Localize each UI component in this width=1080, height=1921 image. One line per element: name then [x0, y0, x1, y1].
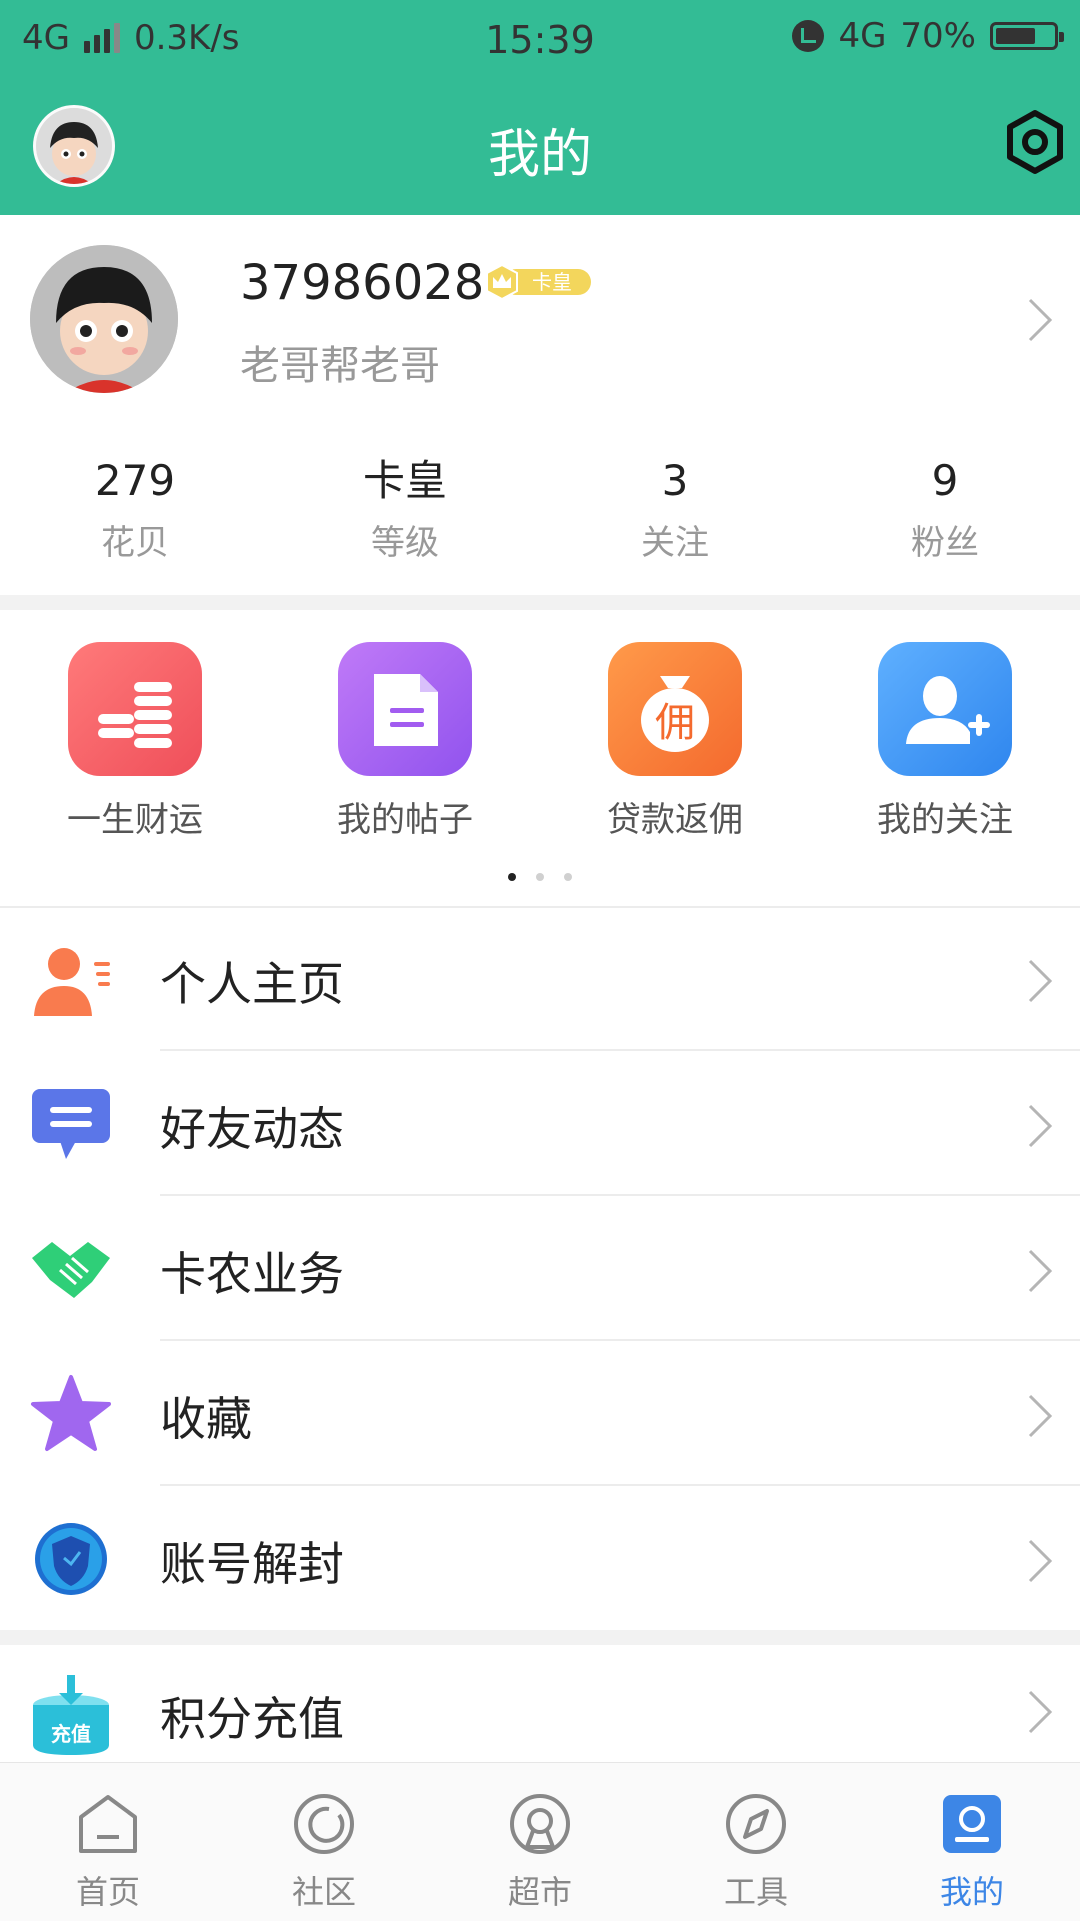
tab-label: 社区: [291, 1873, 356, 1911]
tab-label: 工具: [723, 1873, 788, 1911]
tab-home[interactable]: 首页: [0, 1791, 216, 1913]
level-badge: 卡皇: [483, 263, 591, 301]
profile-icon: [34, 948, 110, 1016]
stat-value: 3: [661, 456, 689, 505]
chevron-right-icon: [1028, 298, 1053, 342]
menu-item-label: 积分充值: [160, 1692, 344, 1746]
chevron-right-icon: [1028, 1690, 1053, 1734]
stat-fans[interactable]: 9 粉丝: [810, 455, 1080, 564]
menu-item-label: 卡农业务: [160, 1247, 344, 1301]
menu-item-kanong-business[interactable]: 卡农业务: [0, 1196, 1080, 1341]
stat-label: 粉丝: [911, 523, 979, 563]
quick-action-label: 我的关注: [877, 800, 1013, 840]
quick-action-label: 一生财运: [67, 800, 203, 840]
quick-actions: 一生财运 我的帖子 佣 贷款返佣 我的关注: [0, 610, 1080, 906]
market-icon: [510, 1794, 570, 1854]
handshake-icon: [32, 1242, 110, 1298]
menu-item-favorites[interactable]: 收藏: [0, 1341, 1080, 1486]
tab-market[interactable]: 超市: [432, 1791, 648, 1913]
page-dot-active: [508, 873, 516, 881]
menu-item-homepage[interactable]: 个人主页: [0, 906, 1080, 1051]
alarm-icon: [792, 20, 825, 52]
stats-row: 279 花贝 卡皇 等级 3 关注 9 粉丝: [0, 455, 1080, 575]
quick-action-my-following[interactable]: 我的关注: [810, 642, 1080, 841]
quick-action-label: 贷款返佣: [607, 800, 743, 840]
compass-icon: [726, 1794, 786, 1854]
menu-item-label: 个人主页: [160, 957, 344, 1011]
page-title: 我的: [487, 125, 592, 185]
chevron-right-icon: [1028, 1394, 1053, 1438]
crown-icon: [486, 263, 518, 301]
bottom-tab-bar: 首页 社区 超市 工具 我的: [0, 1762, 1080, 1921]
quick-action-label: 我的帖子: [337, 800, 473, 840]
profile-card[interactable]: 37986028 卡皇 老哥帮老哥 279 花贝 卡皇 等级 3 关注 9 粉丝: [0, 215, 1080, 595]
stat-label: 花贝: [101, 523, 169, 563]
tab-me[interactable]: 我的: [864, 1791, 1080, 1913]
status-bar: 4G 0.3K/s 15:39 4G 70%: [0, 0, 1080, 75]
stat-label: 关注: [641, 523, 709, 563]
chevron-right-icon: [1028, 1104, 1053, 1148]
chevron-right-icon: [1028, 1249, 1053, 1293]
chat-bubble-icon: [32, 1089, 110, 1159]
tab-label: 超市: [507, 1873, 572, 1911]
app-header: 4G 0.3K/s 15:39 4G 70% 我的: [0, 0, 1080, 215]
page-indicator: [0, 866, 1080, 885]
stat-value: 279: [94, 456, 176, 505]
settings-icon: [1007, 110, 1063, 174]
section-divider: [0, 1630, 1080, 1645]
quick-action-commission[interactable]: 佣 贷款返佣: [540, 642, 810, 841]
settings-button[interactable]: [998, 105, 1072, 179]
community-icon: [294, 1794, 354, 1854]
me-icon: [943, 1795, 1001, 1853]
tab-community[interactable]: 社区: [216, 1791, 432, 1913]
battery-percent: 70%: [900, 16, 976, 56]
stat-following[interactable]: 3 关注: [540, 455, 810, 564]
page-dot: [536, 873, 544, 881]
tab-label: 我的: [939, 1873, 1004, 1911]
add-user-icon: [878, 642, 1012, 776]
quick-action-my-posts[interactable]: 我的帖子: [270, 642, 540, 841]
chevron-right-icon: [1028, 1539, 1053, 1583]
menu-item-friend-feed[interactable]: 好友动态: [0, 1051, 1080, 1196]
user-id: 37986028: [240, 255, 485, 311]
user-avatar[interactable]: [30, 245, 178, 393]
tab-label: 首页: [75, 1873, 140, 1911]
coins-icon: [68, 642, 202, 776]
stat-label: 等级: [371, 523, 439, 563]
menu-item-label: 收藏: [160, 1392, 252, 1446]
home-icon: [79, 1795, 137, 1853]
network-indicator-right: 4G: [838, 16, 887, 56]
money-bag-icon: 佣: [608, 642, 742, 776]
stat-huabei[interactable]: 279 花贝: [0, 455, 270, 564]
tab-tools[interactable]: 工具: [648, 1791, 864, 1913]
star-icon: [31, 1375, 111, 1451]
menu-item-account-unban[interactable]: 账号解封: [0, 1486, 1080, 1631]
menu-item-label: 账号解封: [160, 1537, 344, 1591]
battery-icon: [990, 22, 1064, 50]
stat-value: 9: [931, 456, 959, 505]
chevron-right-icon: [1028, 959, 1053, 1003]
menu-item-label: 好友动态: [160, 1102, 344, 1156]
user-nickname: 老哥帮老哥: [240, 343, 440, 389]
stat-level[interactable]: 卡皇 等级: [270, 455, 540, 564]
recharge-icon: 充值: [33, 1675, 109, 1755]
money-bag-glyph: 佣: [655, 700, 695, 746]
shield-icon: [35, 1523, 107, 1595]
section-divider: [0, 595, 1080, 610]
recharge-icon-text: 充值: [51, 1722, 91, 1746]
quick-action-fortune[interactable]: 一生财运: [0, 642, 270, 841]
document-icon: [338, 642, 472, 776]
menu-item-points-recharge[interactable]: 充值 积分充值: [0, 1645, 1080, 1762]
page-dot: [564, 873, 572, 881]
stat-value: 卡皇: [362, 456, 447, 505]
